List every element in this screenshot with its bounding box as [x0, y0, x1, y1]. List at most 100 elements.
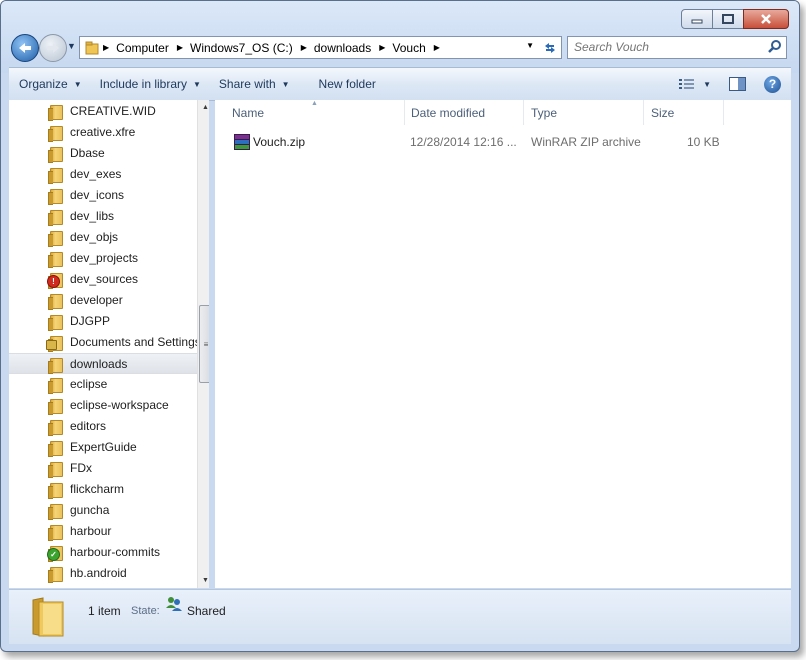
address-bar[interactable]: ▶ Computer ▶ Windows7_OS (C:) ▶ download… [79, 36, 541, 59]
error-badge-icon: ! [47, 272, 64, 289]
chevron-right-icon[interactable]: ▶ [298, 43, 310, 52]
include-in-library-label: Include in library [99, 77, 187, 91]
state-value: Shared [187, 604, 226, 618]
tree-item[interactable]: guncha [9, 499, 197, 520]
include-in-library-button[interactable]: Include in library ▼ [91, 68, 210, 100]
folder-icon [48, 461, 64, 478]
breadcrumb-downloads[interactable]: downloads [310, 41, 376, 55]
tree-item[interactable]: downloads [9, 353, 197, 374]
scroll-down-icon[interactable]: ▼ [202, 577, 209, 584]
tree-item[interactable]: ✓ harbour-commits [9, 541, 197, 562]
back-button[interactable] [11, 34, 39, 62]
maximize-button[interactable] [712, 9, 744, 29]
tree-item-label: flickcharm [70, 481, 125, 496]
tree-item-label: dev_exes [70, 166, 122, 181]
tree-item[interactable]: ! dev_sources [9, 268, 197, 289]
search-icon[interactable] [768, 39, 782, 53]
folder-icon [48, 125, 64, 142]
tree-item[interactable]: eclipse-workspace [9, 394, 197, 415]
tree-item[interactable]: CREATIVE.WID [9, 100, 197, 121]
explorer-window: ▼ ▶ Computer ▶ Windows7_OS (C:) ▶ downlo… [0, 0, 800, 652]
address-history-dropdown[interactable]: ▼ [526, 41, 534, 50]
chevron-down-icon: ▼ [73, 79, 82, 89]
tree-item[interactable]: hb.android [9, 562, 197, 583]
tree-item-label: eclipse-workspace [70, 397, 169, 412]
folder-icon [48, 440, 64, 457]
tree-item[interactable]: dev_libs [9, 205, 197, 226]
file-size-cell: 10 KB [687, 135, 720, 149]
tree-item[interactable]: dev_icons [9, 184, 197, 205]
tree-item-label: developer [70, 292, 123, 307]
folder-icon [48, 251, 64, 268]
tree-item[interactable]: DJGPP [9, 310, 197, 331]
tree-item[interactable]: dev_exes [9, 163, 197, 184]
preview-pane-icon[interactable] [729, 77, 746, 91]
folder-icon [48, 482, 64, 499]
tree-item-label: harbour [70, 523, 112, 538]
folder-icon [48, 209, 64, 226]
chevron-down-icon: ▼ [193, 79, 201, 89]
scroll-up-icon[interactable]: ▲ [202, 104, 209, 111]
tree-item-label: dev_objs [70, 229, 119, 244]
navigation-scrollbar[interactable]: ▲ ≡ ▼ [197, 100, 209, 588]
forward-arrow-icon [47, 43, 59, 53]
scroll-thumb[interactable]: ≡ [199, 305, 209, 383]
tree-item[interactable]: developer [9, 289, 197, 310]
chevron-right-icon[interactable]: ▶ [174, 43, 186, 52]
tree-item[interactable]: ExpertGuide [9, 436, 197, 457]
recent-pages-dropdown[interactable]: ▼ [67, 41, 76, 51]
organize-button[interactable]: Organize ▼ [9, 68, 91, 100]
column-header-type[interactable]: Type [524, 100, 644, 125]
tree-item[interactable]: flickcharm [9, 478, 197, 499]
window-controls [681, 9, 789, 29]
folder-icon [48, 524, 64, 541]
folder-icon [48, 230, 64, 247]
new-folder-button[interactable]: New folder [299, 68, 385, 100]
breadcrumb-vouch[interactable]: Vouch [388, 41, 430, 55]
breadcrumb-computer[interactable]: Computer [112, 41, 174, 55]
tree-item[interactable]: dev_objs [9, 226, 197, 247]
tree-item-label: dev_projects [70, 250, 139, 265]
column-header-size[interactable]: Size [644, 100, 724, 125]
chevron-down-icon: ▼ [281, 79, 290, 89]
chevron-right-icon[interactable]: ▶ [376, 43, 388, 52]
help-icon[interactable]: ? [764, 75, 781, 93]
tree-item[interactable]: editors [9, 415, 197, 436]
tree-item[interactable]: FDx [9, 457, 197, 478]
tree-item[interactable]: creative.xfre [9, 121, 197, 142]
file-type-cell: WinRAR ZIP archive [531, 135, 641, 149]
folder-icon [48, 104, 64, 121]
folder-icon [48, 167, 64, 184]
folder-icon [48, 146, 64, 163]
tree-item[interactable]: Dbase [9, 142, 197, 163]
column-header-date-modified[interactable]: Date modified [404, 100, 524, 125]
folder-icon [48, 503, 64, 520]
folder-icon [48, 357, 64, 374]
folder-icon [48, 188, 64, 205]
forward-button[interactable] [39, 34, 67, 62]
breadcrumb-drive[interactable]: Windows7_OS (C:) [186, 41, 298, 55]
organize-label: Organize [19, 77, 68, 91]
view-details-icon[interactable] [679, 78, 695, 90]
chevron-right-icon[interactable]: ▶ [431, 43, 443, 52]
folder-icon [48, 293, 64, 310]
tree-item[interactable]: eclipse [9, 373, 197, 394]
search-input[interactable] [568, 37, 765, 56]
refresh-button[interactable] [539, 36, 562, 59]
file-row[interactable]: Vouch.zip 12/28/2014 12:16 ... WinRAR ZI… [215, 131, 791, 153]
chevron-right-icon[interactable]: ▶ [100, 43, 112, 52]
tree-item-label: guncha [70, 502, 110, 517]
shared-users-icon [166, 597, 182, 611]
folder-icon [48, 398, 64, 415]
close-button[interactable] [743, 9, 789, 29]
file-name-cell[interactable]: Vouch.zip [233, 131, 305, 153]
tree-item[interactable]: dev_projects [9, 247, 197, 268]
tree-item[interactable]: harbour [9, 520, 197, 541]
search-box[interactable] [567, 36, 787, 59]
view-options-dropdown[interactable]: ▼ [703, 80, 711, 89]
tree-item[interactable]: Documents and Settings [9, 331, 201, 352]
tree-item-label: Dbase [70, 145, 105, 160]
share-with-button[interactable]: Share with ▼ [210, 68, 299, 100]
sort-ascending-icon: ▲ [311, 100, 318, 107]
minimize-button[interactable] [681, 9, 713, 29]
